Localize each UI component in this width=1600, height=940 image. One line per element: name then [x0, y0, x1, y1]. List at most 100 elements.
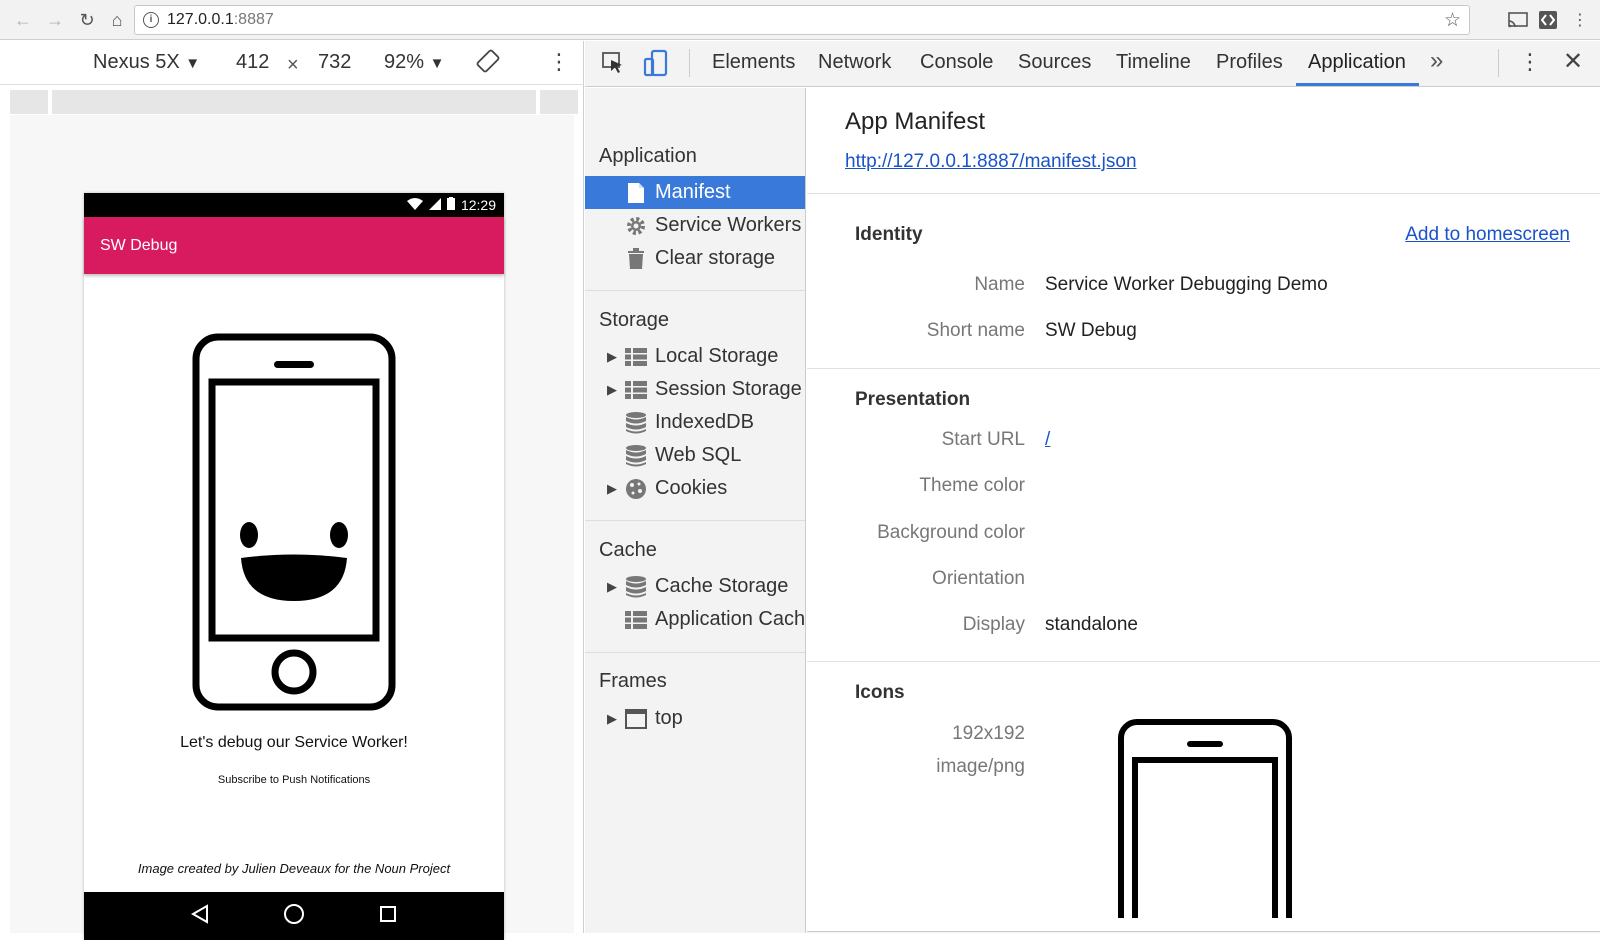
frame-window-icon — [625, 708, 647, 730]
home-icon[interactable]: ⌂ — [102, 5, 132, 35]
manifest-view: App Manifest http://127.0.0.1:8887/manif… — [807, 88, 1600, 933]
forward-icon[interactable]: → — [40, 5, 70, 35]
grid-icon — [625, 609, 647, 631]
sidebar-item-label: Cache Storage — [655, 575, 789, 597]
expand-triangle-icon[interactable]: ▶ — [607, 349, 617, 365]
toolbar-separator — [689, 49, 690, 77]
nav-recents-icon[interactable] — [379, 905, 397, 928]
tab-profiles[interactable]: Profiles — [1216, 51, 1283, 74]
zoom-select[interactable]: 92% ▼ — [384, 51, 444, 74]
sidebar-item-application-cache[interactable]: Application Cache — [585, 603, 805, 636]
nav-home-icon[interactable] — [283, 903, 305, 930]
sidebar-item-manifest[interactable]: Manifest — [585, 176, 805, 209]
phone-status-bar: 12:29 — [84, 193, 504, 217]
sidebar-item-label: top — [655, 707, 683, 729]
sidebar-item-label: Web SQL — [655, 444, 742, 466]
extension-icon[interactable] — [1536, 8, 1560, 32]
sidebar-item-label: Session Storage — [655, 378, 802, 400]
cookie-icon — [625, 478, 647, 500]
image-credit: Image created by Julien Deveaux for the … — [137, 861, 451, 876]
sidebar-item-web-sql[interactable]: Web SQL — [585, 439, 805, 472]
grid-icon — [625, 346, 647, 368]
active-tab-indicator — [1296, 83, 1419, 86]
expand-triangle-icon[interactable]: ▶ — [607, 382, 617, 398]
sidebar-item-service-workers[interactable]: Service Workers — [585, 209, 805, 242]
tab-application[interactable]: Application — [1308, 51, 1406, 74]
start-url-link[interactable]: / — [1045, 429, 1050, 451]
orientation-label: Orientation — [932, 568, 1025, 589]
sidebar-item-label: IndexedDB — [655, 411, 754, 433]
sidebar-item-cache-storage[interactable]: ▶ Cache Storage — [585, 570, 805, 603]
toolbar-separator — [1498, 49, 1499, 77]
signal-icon — [428, 197, 441, 213]
phone-clock: 12:29 — [460, 197, 496, 213]
device-height-input[interactable]: 732 — [318, 51, 351, 74]
close-devtools-icon[interactable]: ✕ — [1563, 47, 1583, 76]
tab-console[interactable]: Console — [920, 51, 993, 74]
sidebar-item-label: Local Storage — [655, 345, 779, 367]
device-name: Nexus 5X — [93, 51, 180, 73]
tab-elements[interactable]: Elements — [712, 51, 795, 74]
gear-icon — [625, 215, 647, 237]
info-icon[interactable]: i — [143, 12, 159, 28]
sidebar-item-session-storage[interactable]: ▶ Session Storage — [585, 373, 805, 406]
sidebar-item-label: Clear storage — [655, 247, 776, 269]
subscribe-push-link[interactable]: Subscribe to Push Notifications — [84, 774, 504, 786]
section-divider — [807, 368, 1600, 369]
icons-section-title: Icons — [855, 682, 905, 703]
sidebar-item-label: Manifest — [655, 181, 731, 203]
expand-triangle-icon[interactable]: ▶ — [607, 481, 617, 497]
short-name-value: SW Debug — [1045, 320, 1137, 341]
database-icon — [625, 575, 647, 598]
start-url-label: Start URL — [941, 429, 1025, 450]
sidebar-divider — [585, 290, 805, 291]
devtools-menu-icon[interactable]: ⋮ — [1519, 49, 1541, 75]
sidebar-item-cookies[interactable]: ▶ Cookies — [585, 472, 805, 505]
tab-sources[interactable]: Sources — [1018, 51, 1091, 74]
document-icon — [625, 182, 647, 204]
devtools-toolbar: Elements Network Console Sources Timelin… — [585, 41, 1600, 87]
cast-icon[interactable] — [1506, 8, 1530, 32]
name-value: Service Worker Debugging Demo — [1045, 274, 1328, 295]
bookmark-star-icon[interactable]: ☆ — [1444, 9, 1461, 32]
manifest-title: App Manifest — [845, 108, 986, 135]
device-more-icon[interactable]: ⋮ — [548, 49, 570, 75]
sidebar-item-clear-storage[interactable]: Clear storage — [585, 242, 805, 275]
tagline-text: Let's debug our Service Worker! — [180, 734, 408, 751]
device-mode-icon[interactable] — [643, 49, 669, 82]
app-title: SW Debug — [100, 236, 178, 254]
back-icon[interactable]: ← — [8, 5, 38, 35]
rotate-icon[interactable] — [476, 49, 500, 79]
tab-network[interactable]: Network — [818, 51, 891, 74]
expand-triangle-icon[interactable]: ▶ — [607, 579, 617, 595]
media-query-ruler-left[interactable] — [10, 90, 48, 114]
add-to-homescreen-link[interactable]: Add to homescreen — [1405, 224, 1570, 246]
inspect-element-icon[interactable] — [601, 51, 625, 80]
manifest-icon-preview — [1117, 718, 1293, 933]
manifest-url-link[interactable]: http://127.0.0.1:8887/manifest.json — [845, 151, 1137, 173]
wifi-icon — [406, 197, 423, 213]
expand-triangle-icon[interactable]: ▶ — [607, 711, 617, 727]
media-query-ruler-right[interactable] — [540, 90, 578, 114]
browser-menu-icon[interactable]: ⋮ — [1568, 8, 1592, 32]
theme-color-label: Theme color — [919, 475, 1025, 496]
address-bar[interactable]: i 127.0.0.1:8887 ☆ — [134, 5, 1470, 35]
sidebar-item-label: Cookies — [655, 477, 728, 499]
device-width-input[interactable]: 412 — [236, 51, 269, 74]
smiling-phone-illustration — [192, 333, 396, 716]
nav-back-icon[interactable] — [190, 903, 209, 929]
sidebar-item-frame-top[interactable]: ▶ top — [585, 702, 805, 735]
reload-icon[interactable]: ↻ — [72, 5, 102, 35]
sidebar-section-frames: Frames — [599, 670, 667, 692]
media-query-ruler-center[interactable] — [52, 90, 536, 114]
tab-timeline[interactable]: Timeline — [1116, 51, 1191, 74]
section-divider — [807, 193, 1600, 194]
device-toolbar: Nexus 5X ▼ 412 × 732 92% ▼ ⋮ — [0, 41, 584, 85]
more-tabs-icon[interactable]: » — [1430, 47, 1443, 75]
trash-icon — [625, 247, 647, 270]
sidebar-item-local-storage[interactable]: ▶ Local Storage — [585, 340, 805, 373]
sidebar-item-indexeddb[interactable]: IndexedDB — [585, 406, 805, 439]
display-label: Display — [962, 614, 1025, 635]
presentation-section-title: Presentation — [855, 389, 971, 410]
device-select[interactable]: Nexus 5X ▼ — [93, 51, 200, 74]
